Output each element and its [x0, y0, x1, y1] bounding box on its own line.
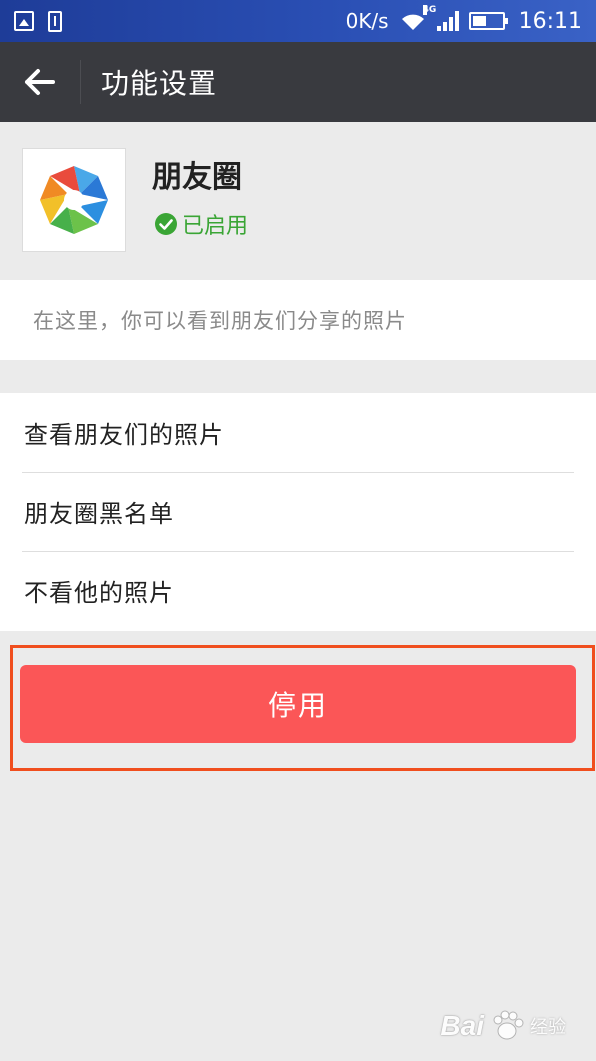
camera-aperture-icon: [40, 166, 108, 234]
back-button[interactable]: [0, 42, 80, 122]
battery-level: [472, 16, 486, 26]
app-description: 在这里，你可以看到朋友们分享的照片: [33, 309, 407, 333]
baidu-watermark: Bai 经验: [440, 1009, 566, 1043]
status-label: 已启用: [182, 214, 249, 239]
usb-icon: [48, 10, 62, 32]
description-card: 在这里，你可以看到朋友们分享的照片: [0, 280, 596, 360]
network-type: 4G: [422, 5, 437, 15]
clock: 16:11: [518, 8, 582, 34]
watermark-label: 经验: [530, 1017, 566, 1038]
battery-icon: [468, 12, 508, 30]
gallery-icon: [14, 11, 34, 31]
app-name: 朋友圈: [152, 160, 242, 195]
app-header: 朋友圈 已启用: [0, 122, 596, 280]
status-bar: 0K/s 4G 16:11: [0, 0, 596, 42]
enabled-status-badge: 已启用: [154, 208, 248, 240]
check-circle-icon: [155, 213, 177, 235]
menu-item-hide-photos[interactable]: 不看他的照片: [0, 551, 596, 630]
action-bar: 功能设置: [0, 42, 596, 122]
moments-app-logo: [22, 148, 126, 252]
cellular-signal-icon: 4G: [422, 5, 459, 31]
settings-list: 查看朋友们的照片 朋友圈黑名单 不看他的照片: [0, 393, 596, 631]
arrow-left-icon: [25, 69, 55, 95]
watermark-brand: Bai: [440, 1010, 484, 1041]
disable-button[interactable]: 停用: [20, 665, 576, 743]
menu-item-view-photos[interactable]: 查看朋友们的照片: [0, 393, 596, 472]
paw-icon: [493, 1010, 524, 1040]
page-title: 功能设置: [101, 67, 218, 100]
menu-item-blacklist[interactable]: 朋友圈黑名单: [0, 472, 596, 551]
action-bar-divider: [80, 60, 81, 104]
network-speed: 0K/s: [345, 9, 389, 33]
